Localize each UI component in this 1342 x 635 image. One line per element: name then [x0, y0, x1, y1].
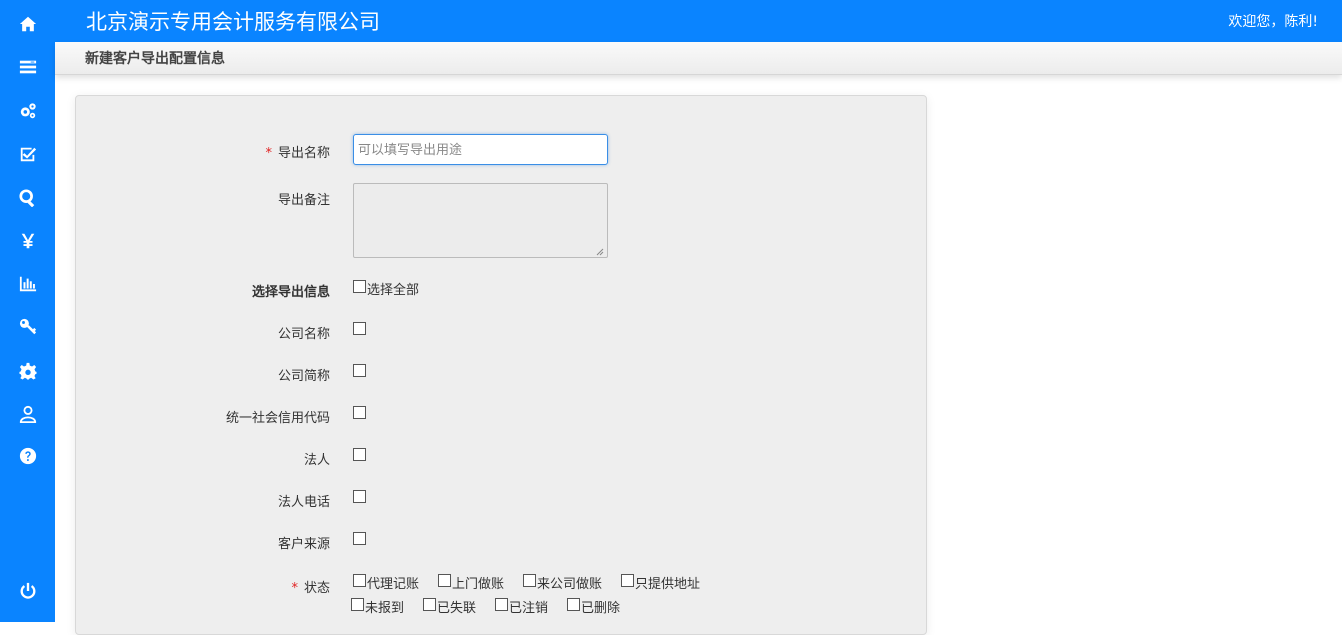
status-option-label[interactable]: 已注销 — [509, 597, 548, 616]
status-option-label[interactable]: 未报到 — [365, 597, 404, 616]
field-label: 客户来源 — [277, 537, 330, 552]
select-all-checkbox[interactable] — [353, 280, 366, 293]
help-icon[interactable] — [0, 441, 55, 471]
status-option-label[interactable]: 只提供地址 — [635, 573, 700, 592]
credit-code-checkbox[interactable] — [353, 406, 366, 419]
check-square-icon[interactable] — [0, 139, 55, 169]
yen-icon[interactable] — [0, 226, 55, 256]
required-mark: * — [291, 581, 298, 596]
company-short-name-checkbox[interactable] — [353, 364, 366, 377]
power-icon[interactable] — [0, 576, 55, 606]
status-checkbox[interactable] — [438, 574, 451, 587]
page-title: 新建客户导出配置信息 — [85, 51, 225, 67]
list-icon[interactable] — [0, 52, 55, 82]
status-option-label[interactable]: 代理记账 — [367, 573, 419, 592]
page-header: 新建客户导出配置信息 — [55, 42, 1342, 75]
welcome-text[interactable]: 欢迎您，陈利! — [1228, 11, 1318, 31]
bar-chart-icon[interactable] — [0, 269, 55, 299]
status-checkbox[interactable] — [495, 598, 508, 611]
field-label: 法人电话 — [277, 495, 330, 510]
select-all-label[interactable]: 选择全部 — [367, 279, 419, 298]
select-info-label: 选择导出信息 — [251, 285, 330, 300]
required-mark: * — [265, 146, 272, 161]
status-checkbox[interactable] — [423, 598, 436, 611]
user-icon[interactable] — [0, 399, 55, 429]
status-option-label[interactable]: 上门做账 — [452, 573, 504, 592]
key-icon[interactable] — [0, 312, 55, 342]
field-label: 公司名称 — [277, 327, 330, 342]
export-name-input[interactable] — [353, 134, 608, 165]
legal-phone-checkbox[interactable] — [353, 490, 366, 503]
status-checkbox[interactable] — [351, 598, 364, 611]
resize-grip-icon[interactable] — [594, 246, 604, 256]
status-option-label[interactable]: 已失联 — [437, 597, 476, 616]
customer-source-checkbox[interactable] — [353, 532, 366, 545]
legal-person-checkbox[interactable] — [353, 448, 366, 461]
status-option-label[interactable]: 已删除 — [581, 597, 620, 616]
field-label: 公司简称 — [277, 369, 330, 384]
status-checkbox[interactable] — [621, 574, 634, 587]
export-name-label: * 导出名称 — [265, 146, 330, 161]
field-label: 法人 — [303, 453, 330, 468]
status-checkbox[interactable] — [567, 598, 580, 611]
status-option-label[interactable]: 来公司做账 — [537, 573, 602, 592]
search-icon[interactable] — [0, 183, 55, 213]
top-header: 北京演示专用会计服务有限公司 欢迎您，陈利! — [55, 0, 1342, 42]
company-name-checkbox[interactable] — [353, 322, 366, 335]
export-note-label: 导出备注 — [277, 193, 330, 208]
status-label: * 状态 — [291, 581, 330, 596]
sidebar — [0, 0, 55, 622]
form-panel: *导出名称 导出备注 选择导出信息 选择全部 公司名称 公司简称 统一社会信用代… — [75, 95, 927, 635]
home-icon[interactable] — [0, 9, 55, 39]
export-note-textarea[interactable] — [353, 183, 608, 258]
company-name: 北京演示专用会计服务有限公司 — [86, 10, 380, 34]
status-checkbox[interactable] — [523, 574, 536, 587]
field-label: 统一社会信用代码 — [225, 411, 330, 426]
status-checkbox[interactable] — [353, 574, 366, 587]
gears-icon[interactable] — [0, 96, 55, 126]
gear-icon[interactable] — [0, 356, 55, 386]
